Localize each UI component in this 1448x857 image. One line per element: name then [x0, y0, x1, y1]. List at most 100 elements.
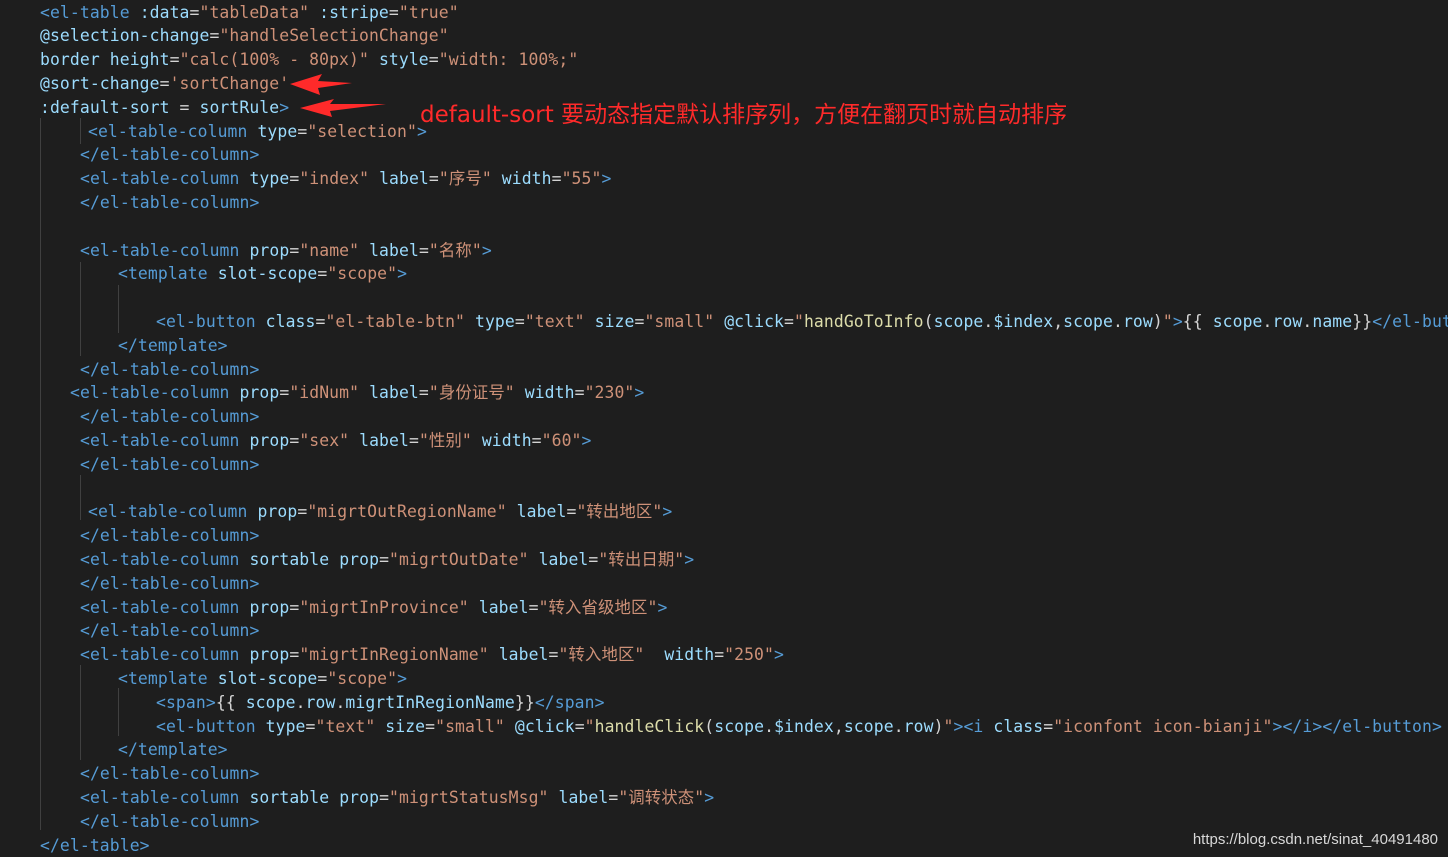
code-token: <el-table-column [80, 788, 240, 807]
code-token: "scope" [327, 669, 397, 688]
code-token: " [585, 717, 595, 736]
code-token: handGoToInfo [804, 312, 924, 331]
code-token: = [316, 312, 326, 331]
code-token: ( [924, 312, 934, 331]
code-token: , [1053, 312, 1063, 331]
code-token: "width: 100%;" [439, 50, 579, 69]
code-token: = [549, 645, 559, 664]
code-token: "name" [299, 241, 359, 260]
code-token: {{ [1183, 312, 1213, 331]
code-token: "身份证号" [429, 383, 515, 402]
code-line: <el-button class="el-table-btn" type="te… [156, 310, 1448, 334]
code-token: = [297, 122, 307, 141]
code-token: label [479, 598, 529, 617]
code-line: <span>{{ scope.row.migrtInRegionName}}</… [156, 691, 605, 715]
code-token [505, 717, 515, 736]
code-token: "migrtStatusMsg" [389, 788, 549, 807]
code-token: ) [934, 717, 944, 736]
code-token [465, 312, 475, 331]
code-token: "转出日期" [598, 550, 684, 569]
indent-guide [118, 688, 119, 736]
code-token: = [429, 169, 439, 188]
code-token: label [379, 169, 429, 188]
code-line: <el-table-column prop="migrtInProvince" … [80, 596, 667, 620]
code-token [230, 383, 240, 402]
code-token [240, 598, 250, 617]
code-line: <el-table-column sortable prop="migrtSta… [80, 786, 714, 810]
code-token: "index" [299, 169, 369, 188]
code-token: = [160, 74, 170, 93]
code-token: :data [140, 3, 190, 22]
code-token [469, 598, 479, 617]
code-token: . [1302, 312, 1312, 331]
code-token: $index [993, 312, 1053, 331]
code-token: sortable [249, 550, 329, 569]
code-token: label [559, 788, 609, 807]
code-token: </el-table-column> [80, 145, 259, 164]
code-token: "migrtOutRegionName" [307, 502, 506, 521]
code-token: . [1263, 312, 1273, 331]
code-token: > [634, 383, 644, 402]
code-token [472, 431, 482, 450]
code-token [549, 788, 559, 807]
code-token: label [369, 241, 419, 260]
code-editor[interactable]: <el-table :data="tableData" :stripe="tru… [0, 0, 1448, 856]
indent-guide [80, 475, 81, 520]
code-token [240, 788, 250, 807]
code-line: <template slot-scope="scope"> [118, 262, 407, 286]
code-token: "名称" [429, 241, 482, 260]
code-token: <el-table-column [80, 645, 240, 664]
code-token [309, 3, 319, 22]
code-token: class [993, 717, 1043, 736]
code-token: "true" [399, 3, 459, 22]
code-token: type [249, 169, 289, 188]
code-token: = [379, 550, 389, 569]
code-token [208, 264, 218, 283]
code-token: > [1173, 312, 1183, 331]
code-token [515, 383, 525, 402]
code-token: = [575, 383, 585, 402]
code-token: }} [1352, 312, 1372, 331]
code-line: <template slot-scope="scope"> [118, 667, 407, 691]
code-token: "handleSelectionChange" [219, 26, 448, 45]
code-token: handleClick [595, 717, 705, 736]
indent-guide [80, 118, 81, 144]
code-token: "转出地区" [576, 502, 662, 521]
code-token: </el-table-column> [80, 455, 259, 474]
code-token: "转入省级地区" [539, 598, 658, 617]
code-token: prop [239, 383, 279, 402]
code-token [248, 502, 258, 521]
code-token [240, 169, 250, 188]
code-token: "migrtInRegionName" [299, 645, 488, 664]
code-token: <el-table-column [88, 502, 248, 521]
code-token: = [170, 98, 200, 117]
code-token: prop [249, 431, 289, 450]
code-token [329, 550, 339, 569]
code-token [983, 717, 993, 736]
code-token: label [539, 550, 589, 569]
code-token [349, 431, 359, 450]
code-token: prop [339, 550, 379, 569]
code-token: = [425, 717, 435, 736]
code-token: <el-button [156, 717, 256, 736]
code-line: </el-table-column> [80, 572, 259, 596]
code-token: row [1273, 312, 1303, 331]
code-token: <el-table-column [80, 550, 240, 569]
code-token: </el-table-column> [80, 812, 259, 831]
code-token: > [774, 645, 784, 664]
code-token: = [714, 645, 724, 664]
code-token: scope [714, 717, 764, 736]
code-token: = [209, 26, 219, 45]
code-token: </el-button> [1322, 717, 1442, 736]
code-token: class [266, 312, 316, 331]
code-token: = [170, 50, 180, 69]
code-token [240, 431, 250, 450]
code-token: . [335, 693, 345, 712]
code-token [369, 169, 379, 188]
indent-guide [118, 285, 119, 333]
code-token: sortable [249, 788, 329, 807]
code-token: = [529, 598, 539, 617]
code-line: </el-table-column> [80, 619, 259, 643]
code-token: , [834, 717, 844, 736]
code-token: <span> [156, 693, 216, 712]
